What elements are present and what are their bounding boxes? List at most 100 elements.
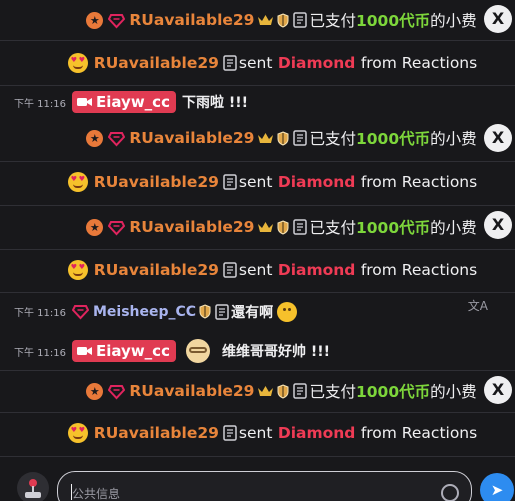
gift-username[interactable]: RUavailable29 bbox=[94, 424, 219, 442]
tip-username[interactable]: RUavailable29 bbox=[129, 218, 254, 236]
tip-event-row: ★ RUavailable29 已支付 1000代币 的小费 X bbox=[0, 117, 515, 159]
gift-sent-text: sent bbox=[238, 424, 273, 442]
sunglasses-emoji-icon bbox=[185, 339, 210, 363]
message-input[interactable]: 公共信息 bbox=[57, 471, 472, 501]
send-button[interactable]: ➤ bbox=[480, 473, 514, 501]
message-timestamp: 下午 11:16 bbox=[14, 347, 66, 359]
badge-star-icon: ★ bbox=[86, 382, 104, 400]
tip-username[interactable]: RUavailable29 bbox=[129, 11, 254, 29]
chat-message-row: 下午 11:16 Eiayw_cc 下雨啦 !!! bbox=[0, 87, 515, 117]
tip-event-row: ★ RUavailable29 已支付 1000代币 的小费 X bbox=[0, 206, 515, 248]
shield-icon bbox=[199, 304, 211, 319]
row-divider bbox=[0, 85, 515, 86]
gift-name: Diamond bbox=[277, 424, 356, 442]
tip-suffix: 的小费 bbox=[430, 383, 477, 401]
crown-icon bbox=[257, 384, 274, 398]
gem-badge-icon bbox=[108, 219, 126, 236]
tip-amount: 1000代币 bbox=[355, 130, 431, 148]
chat-message-row: 下午 11:16 Meisheep_CC 還有啊 bbox=[0, 294, 515, 329]
gift-name: Diamond bbox=[277, 173, 356, 191]
shield-icon bbox=[277, 12, 289, 28]
badge-star-icon: ★ bbox=[86, 129, 104, 147]
chat-username: Eiayw_cc bbox=[96, 93, 170, 111]
document-icon bbox=[223, 174, 237, 190]
gem-badge-icon bbox=[108, 130, 126, 147]
tip-paid-text: 已支付 bbox=[309, 12, 356, 30]
cam-user-badge[interactable]: Eiayw_cc bbox=[72, 340, 176, 362]
shield-icon bbox=[277, 219, 289, 235]
camera-icon bbox=[77, 346, 96, 356]
gem-badge-icon bbox=[72, 303, 89, 320]
gift-event-row: ♥ ♥ RUavailable29 sent Diamond from Reactio… bbox=[0, 162, 515, 202]
gift-sent-text: sent bbox=[238, 173, 273, 191]
tip-suffix: 的小费 bbox=[430, 12, 477, 30]
camera-icon bbox=[77, 97, 96, 107]
send-arrow-icon: ➤ bbox=[490, 481, 504, 499]
gift-username[interactable]: RUavailable29 bbox=[94, 54, 219, 72]
chat-message-text: 维维哥哥好帅 !!! bbox=[221, 344, 330, 360]
gem-badge-icon bbox=[108, 383, 126, 400]
shield-icon bbox=[277, 130, 289, 146]
tip-paid-text: 已支付 bbox=[309, 219, 356, 237]
gift-username[interactable]: RUavailable29 bbox=[94, 261, 219, 279]
chat-feed: ★ RUavailable29 已支付 1000代币 的小费 X ♥ ♥ RUavailable… bbox=[0, 0, 515, 462]
row-divider bbox=[0, 456, 515, 457]
crown-icon bbox=[257, 13, 274, 27]
tip-amount: 1000代币 bbox=[355, 12, 431, 30]
document-icon bbox=[293, 219, 308, 235]
document-icon bbox=[223, 54, 237, 71]
gift-event-row: ♥ ♥ RUavailable29 sent Diamond from Reactio… bbox=[0, 250, 515, 290]
document-icon bbox=[223, 262, 237, 278]
joystick-icon[interactable] bbox=[17, 472, 49, 501]
tip-suffix: 的小费 bbox=[430, 130, 477, 148]
row-divider bbox=[0, 292, 515, 293]
gift-suffix: from Reactions bbox=[360, 261, 478, 279]
crown-icon bbox=[257, 131, 274, 145]
gift-suffix: from Reactions bbox=[360, 53, 478, 72]
heart-eyes-emoji-icon: ♥ ♥ bbox=[67, 52, 88, 73]
gift-event-row: ♥ ♥ RUavailable29 sent Diamond from Reactio… bbox=[0, 413, 515, 453]
tip-paid-text: 已支付 bbox=[309, 130, 356, 148]
tip-event-row: ★ RUavailable29 已支付 1000代币 的小费 X bbox=[0, 0, 515, 40]
heart-eyes-emoji-icon: ♥ ♥ bbox=[67, 172, 88, 192]
chat-message-text: 下雨啦 !!! bbox=[181, 95, 248, 111]
chat-message-text: 還有啊 bbox=[231, 304, 274, 321]
gift-event-row: ♥ ♥ RUavailable29 sent Diamond from Reactio… bbox=[0, 42, 515, 83]
chat-username[interactable]: Meisheep_CC bbox=[93, 304, 196, 320]
tip-amount: 1000代币 bbox=[355, 219, 431, 237]
document-icon bbox=[293, 130, 308, 146]
row-divider bbox=[0, 40, 515, 41]
message-input-placeholder: 公共信息 bbox=[72, 487, 121, 501]
x-logo-icon[interactable]: X bbox=[484, 211, 512, 239]
document-icon bbox=[215, 303, 229, 320]
x-logo-icon[interactable]: X bbox=[484, 376, 512, 404]
document-icon bbox=[293, 383, 308, 399]
composer: 公共信息 ➤ bbox=[0, 462, 515, 501]
x-logo-icon[interactable]: X bbox=[484, 124, 512, 152]
badge-star-icon: ★ bbox=[86, 218, 104, 236]
tip-username[interactable]: RUavailable29 bbox=[129, 129, 254, 147]
tip-paid-text: 已支付 bbox=[309, 383, 356, 401]
gift-suffix: from Reactions bbox=[360, 173, 478, 191]
chat-message-row: 下午 11:16 Eiayw_cc 维维哥哥好帅 !!! bbox=[0, 333, 515, 369]
gift-suffix: from Reactions bbox=[360, 424, 478, 442]
cam-user-badge[interactable]: Eiayw_cc bbox=[72, 91, 176, 113]
gift-sent-text: sent bbox=[238, 53, 273, 72]
gift-sent-text: sent bbox=[238, 261, 273, 279]
document-icon bbox=[223, 425, 237, 441]
gem-badge-icon bbox=[108, 12, 126, 29]
crown-icon bbox=[257, 220, 274, 234]
tip-amount: 1000代币 bbox=[355, 383, 431, 401]
x-logo-icon[interactable]: X bbox=[484, 5, 512, 33]
smile-icon[interactable] bbox=[441, 484, 459, 501]
gift-username[interactable]: RUavailable29 bbox=[94, 173, 219, 191]
tip-event-row: ★ RUavailable29 已支付 1000代币 的小费 X bbox=[0, 371, 515, 411]
tip-username[interactable]: RUavailable29 bbox=[129, 382, 254, 400]
heart-eyes-emoji-icon: ♥ ♥ bbox=[67, 260, 88, 280]
shield-icon bbox=[277, 383, 289, 399]
shy-emoji-icon bbox=[277, 301, 298, 322]
gift-name: Diamond bbox=[277, 53, 356, 72]
translate-icon[interactable]: 文A bbox=[468, 297, 488, 314]
tip-suffix: 的小费 bbox=[430, 219, 477, 237]
message-timestamp: 下午 11:16 bbox=[14, 308, 66, 319]
